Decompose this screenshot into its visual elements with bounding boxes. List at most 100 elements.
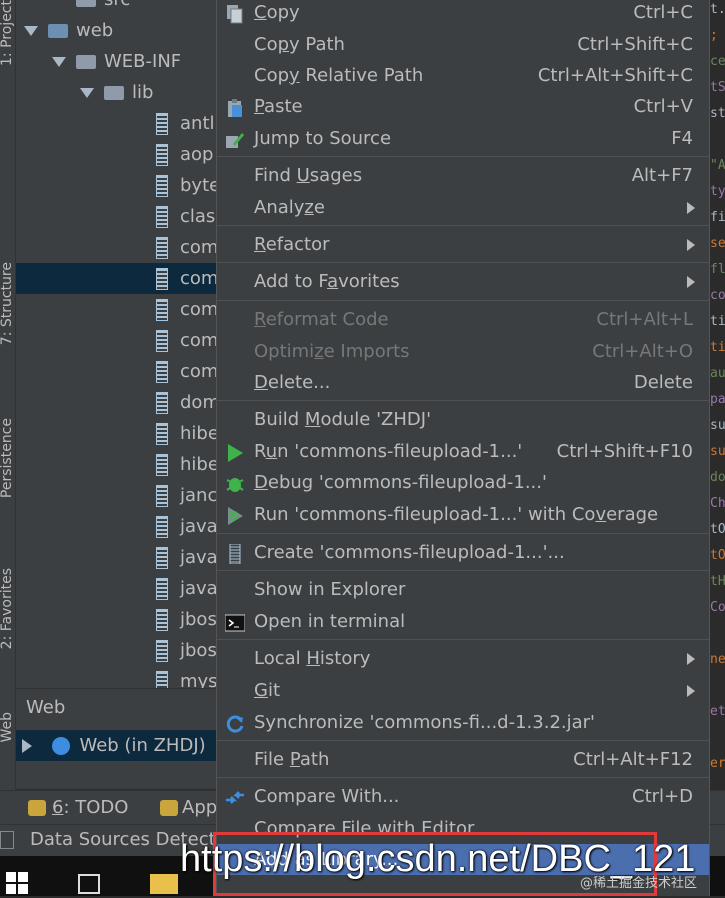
tree-item[interactable]: WEB-INF bbox=[16, 46, 216, 77]
tree-item-label: antl bbox=[180, 113, 215, 134]
code-line: t. bbox=[710, 2, 725, 17]
jar-file-icon bbox=[156, 485, 168, 507]
expand-arrow-icon[interactable] bbox=[52, 57, 66, 67]
menu-item-synchronize-commons-fi-d-1-3-2-jar[interactable]: Synchronize 'commons-fi...d-1.3.2.jar' bbox=[217, 707, 709, 738]
jar-file-icon bbox=[156, 516, 168, 538]
menu-item-delete[interactable]: Delete... Delete bbox=[217, 367, 709, 398]
menu-item-label: Copy Path bbox=[254, 29, 345, 60]
coverage-icon bbox=[225, 505, 245, 525]
expand-arrow-icon[interactable] bbox=[24, 26, 38, 36]
tree-item[interactable]: com bbox=[16, 232, 216, 263]
menu-item-run-commons-fileupload-1-with-coverage[interactable]: Run 'commons-fileupload-1...' with Cover… bbox=[217, 499, 709, 530]
mnemonic-letter: p bbox=[277, 34, 290, 55]
menu-item-build-module-zhdj[interactable]: Build Module 'ZHDJ' bbox=[217, 404, 709, 435]
menu-item-file-path[interactable]: File Path Ctrl+Alt+F12 bbox=[217, 744, 709, 775]
tree-item[interactable]: java bbox=[16, 542, 216, 573]
menu-separator bbox=[217, 570, 709, 571]
tree-item[interactable]: com bbox=[16, 263, 216, 294]
tree-item-label: byte bbox=[180, 175, 216, 196]
menu-separator bbox=[217, 777, 709, 778]
code-line: Co bbox=[710, 600, 725, 615]
tree-item[interactable]: hibe bbox=[16, 449, 216, 480]
tree-item[interactable]: src bbox=[16, 0, 216, 15]
menu-item-add-to-favorites[interactable]: Add to Favorites bbox=[217, 266, 709, 297]
code-line: st bbox=[710, 106, 725, 121]
debug-icon bbox=[225, 473, 245, 493]
expand-arrow-icon[interactable] bbox=[80, 88, 94, 98]
tree-item[interactable]: web bbox=[16, 15, 216, 46]
menu-item-create-commons-fileupload-1[interactable]: Create 'commons-fileupload-1...'... bbox=[217, 537, 709, 568]
menu-item-reformat-code: Reformat Code Ctrl+Alt+L bbox=[217, 304, 709, 335]
code-editor[interactable]: t.; ce tS st "A ty fi se fl co ti ti au pa su su do Ch tO… bbox=[710, 0, 725, 790]
menu-item-analyze[interactable]: Analyze bbox=[217, 192, 709, 223]
jar-file-icon bbox=[156, 671, 168, 688]
web-tool-tab[interactable]: Web bbox=[0, 712, 15, 743]
code-line: co bbox=[710, 288, 725, 303]
label-text: Add to F bbox=[254, 271, 328, 292]
menu-item-label: Delete... bbox=[254, 367, 330, 398]
tree-item[interactable]: aop bbox=[16, 139, 216, 170]
application-servers-tab[interactable]: App bbox=[160, 797, 217, 818]
menu-item-paste[interactable]: Paste Ctrl+V bbox=[217, 91, 709, 122]
menu-item-run-commons-fileupload-1[interactable]: Run 'commons-fileupload-1...' Ctrl+Shift+… bbox=[217, 436, 709, 467]
favorites-tool-tab[interactable]: 2: Favorites bbox=[0, 568, 15, 649]
status-toggle-icon[interactable] bbox=[0, 831, 14, 849]
menu-item-copy-relative-path[interactable]: Copy Relative Path Ctrl+Alt+Shift+C bbox=[217, 60, 709, 91]
tree-item[interactable]: clas bbox=[16, 201, 216, 232]
menu-item-jump-to-source[interactable]: Jump to Source F4 bbox=[217, 123, 709, 154]
tree-item[interactable]: jbos bbox=[16, 604, 216, 635]
label-text: Synchronize 'commons-fi...d-1.3.2.jar' bbox=[254, 712, 596, 733]
label-text: Local bbox=[254, 648, 307, 669]
tree-item[interactable]: java bbox=[16, 511, 216, 542]
menu-separator bbox=[217, 300, 709, 301]
menu-item-show-in-explorer[interactable]: Show in Explorer bbox=[217, 574, 709, 605]
todo-tab[interactable]: 6: TODO bbox=[28, 797, 128, 818]
menu-shortcut: Ctrl+V bbox=[633, 96, 693, 117]
persistence-tool-tab[interactable]: Persistence bbox=[0, 418, 15, 498]
menu-item-refactor[interactable]: Refactor bbox=[217, 229, 709, 260]
tree-item[interactable]: antl bbox=[16, 108, 216, 139]
tree-item[interactable]: jbos bbox=[16, 635, 216, 666]
jar-icon bbox=[225, 543, 245, 565]
tree-item[interactable]: janc bbox=[16, 480, 216, 511]
run-icon bbox=[225, 442, 245, 462]
file-explorer-icon[interactable] bbox=[150, 874, 178, 894]
menu-item-label: Jump to Source bbox=[254, 123, 391, 154]
menu-item-find-usages[interactable]: Find Usages Alt+F7 bbox=[217, 160, 709, 191]
menu-item-debug-commons-fileupload-1[interactable]: Debug 'commons-fileupload-1...' bbox=[217, 467, 709, 498]
jar-file-icon bbox=[156, 423, 168, 445]
tree-item[interactable]: com bbox=[16, 294, 216, 325]
web-panel-item[interactable]: Web (in ZHDJ) bbox=[16, 730, 216, 761]
submenu-arrow-icon bbox=[687, 276, 695, 288]
task-view-icon[interactable] bbox=[78, 874, 100, 894]
tree-item[interactable]: mys bbox=[16, 666, 216, 688]
label-text: Show in Explorer bbox=[254, 579, 406, 600]
menu-item-local-history[interactable]: Local History bbox=[217, 643, 709, 674]
tree-item[interactable]: dom bbox=[16, 387, 216, 418]
structure-tool-tab[interactable]: 7: Structure bbox=[0, 262, 15, 345]
menu-shortcut: Ctrl+Alt+O bbox=[592, 341, 693, 362]
tree-item[interactable]: hibe bbox=[16, 418, 216, 449]
mnemonic-letter: D bbox=[254, 472, 268, 493]
tree-item[interactable]: com bbox=[16, 325, 216, 356]
tree-item[interactable]: byte bbox=[16, 170, 216, 201]
tree-item[interactable]: com bbox=[16, 356, 216, 387]
windows-start-icon[interactable] bbox=[6, 872, 28, 894]
project-tool-tab[interactable]: 1: Project bbox=[0, 0, 15, 66]
menu-item-open-in-terminal[interactable]: Open in terminal bbox=[217, 606, 709, 637]
code-line: ti bbox=[710, 314, 725, 329]
menu-item-compare-with[interactable]: Compare With... Ctrl+D bbox=[217, 781, 709, 812]
web-globe-icon bbox=[51, 737, 70, 755]
code-line: er bbox=[710, 756, 725, 771]
menu-item-label: Local History bbox=[254, 643, 370, 674]
tree-item-label: clas bbox=[180, 206, 216, 227]
expand-arrow-icon[interactable] bbox=[22, 739, 32, 753]
menu-item-copy[interactable]: Copy Ctrl+C bbox=[217, 0, 709, 28]
menu-item-copy-path[interactable]: Copy Path Ctrl+Shift+C bbox=[217, 29, 709, 60]
menu-item-git[interactable]: Git bbox=[217, 675, 709, 706]
tree-item[interactable]: lib bbox=[16, 77, 216, 108]
menu-item-label: Compare With... bbox=[254, 781, 399, 812]
tree-item-label: mys bbox=[180, 671, 216, 688]
tree-item[interactable]: java bbox=[16, 573, 216, 604]
menu-item-label: Copy bbox=[254, 0, 300, 28]
